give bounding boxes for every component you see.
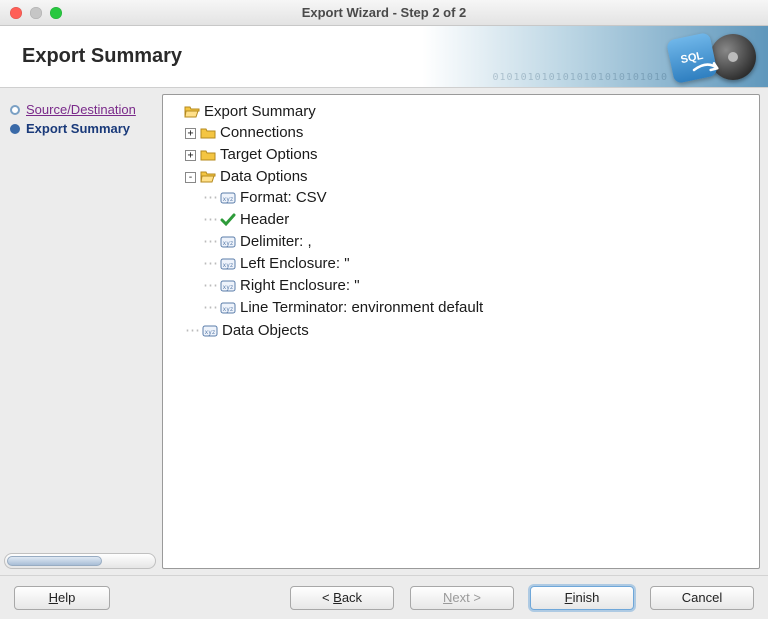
tree-label: Export Summary <box>204 102 316 122</box>
collapse-toggle[interactable]: - <box>185 172 196 183</box>
tree-connector-icon: ⋯ <box>203 210 216 230</box>
wizard-button-bar: Help < Back Next > Finish Cancel <box>0 575 768 619</box>
page-title: Export Summary <box>22 45 182 68</box>
tree-node-connections[interactable]: + Connections <box>185 122 755 144</box>
window-controls <box>0 7 62 19</box>
next-button[interactable]: Next > <box>410 586 514 610</box>
svg-text:xyz: xyz <box>223 240 234 247</box>
tree-connector-icon: ⋯ <box>185 321 198 341</box>
tree-label: Line Terminator: environment default <box>240 298 483 318</box>
wizard-step-label: Export Summary <box>26 121 130 136</box>
tree-node-data-objects[interactable]: ⋯ xyz Data Objects <box>185 320 755 342</box>
tree-connector-icon: ⋯ <box>203 254 216 274</box>
tree-connector-icon: ⋯ <box>203 298 216 318</box>
tree-connector-icon: ⋯ <box>203 276 216 296</box>
tree-node-line-terminator[interactable]: ⋯ xyz Line Terminator: environment defau… <box>203 297 755 319</box>
help-button[interactable]: Help <box>14 586 110 610</box>
property-icon: xyz <box>220 190 236 206</box>
tree-label: Connections <box>220 123 303 143</box>
tree-label: Right Enclosure: " <box>240 276 360 296</box>
banner-decor: SQL <box>670 32 756 82</box>
arrow-icon <box>692 60 726 80</box>
folder-icon <box>200 147 216 163</box>
back-button[interactable]: < Back <box>290 586 394 610</box>
check-icon <box>220 212 236 228</box>
wizard-steps-sidebar: Source/Destination Export Summary <box>0 88 162 575</box>
wizard-banner: Export Summary 0101010101010101010101010… <box>0 26 768 88</box>
wizard-body: Source/Destination Export Summary Export… <box>0 88 768 575</box>
minimize-window-icon <box>30 7 42 19</box>
property-icon: xyz <box>220 256 236 272</box>
tree-node-export-summary[interactable]: Export Summary + Connections <box>167 101 755 343</box>
sidebar-horizontal-scrollbar[interactable] <box>4 553 156 569</box>
window-titlebar: Export Wizard - Step 2 of 2 <box>0 0 768 26</box>
window-title: Export Wizard - Step 2 of 2 <box>0 5 768 20</box>
svg-text:xyz: xyz <box>205 329 216 336</box>
step-bullet-icon <box>10 105 20 115</box>
tree-label: Data Options <box>220 167 308 187</box>
tree-node-format[interactable]: ⋯ xyz Format: CSV <box>203 187 755 209</box>
scrollbar-thumb[interactable] <box>7 556 102 566</box>
svg-text:xyz: xyz <box>223 196 234 203</box>
expand-toggle[interactable]: + <box>185 150 196 161</box>
tree-node-right-enclosure[interactable]: ⋯ xyz Right Enclosure: " <box>203 275 755 297</box>
summary-tree-pane[interactable]: Export Summary + Connections <box>162 94 760 569</box>
folder-icon <box>200 125 216 141</box>
svg-text:xyz: xyz <box>223 306 234 313</box>
close-window-icon[interactable] <box>10 7 22 19</box>
summary-tree: Export Summary + Connections <box>167 101 755 343</box>
tree-label: Format: CSV <box>240 188 327 208</box>
property-icon: xyz <box>220 300 236 316</box>
wizard-step-source-destination[interactable]: Source/Destination <box>6 100 162 119</box>
tree-node-delimiter[interactable]: ⋯ xyz Delimiter: , <box>203 231 755 253</box>
tree-node-target-options[interactable]: + Target Options <box>185 144 755 166</box>
tree-connector-icon: ⋯ <box>203 188 216 208</box>
tree-connector-icon: ⋯ <box>203 232 216 252</box>
wizard-step-export-summary[interactable]: Export Summary <box>6 119 162 138</box>
tree-node-left-enclosure[interactable]: ⋯ xyz Left Enclosure: " <box>203 253 755 275</box>
folder-open-icon <box>184 104 200 120</box>
step-bullet-icon <box>10 124 20 134</box>
tree-label: Header <box>240 210 289 230</box>
banner-decor-binary: 0101010101010101010101010 <box>492 72 668 83</box>
tree-label: Target Options <box>220 145 318 165</box>
tree-label: Data Objects <box>222 321 309 341</box>
tree-label: Left Enclosure: " <box>240 254 350 274</box>
zoom-window-icon[interactable] <box>50 7 62 19</box>
property-icon: xyz <box>220 234 236 250</box>
property-icon: xyz <box>220 278 236 294</box>
expand-toggle[interactable]: + <box>185 128 196 139</box>
tree-node-header[interactable]: ⋯ Header <box>203 209 755 231</box>
tree-label: Delimiter: , <box>240 232 312 252</box>
wizard-step-link[interactable]: Source/Destination <box>26 102 136 117</box>
svg-text:xyz: xyz <box>223 262 234 269</box>
finish-button[interactable]: Finish <box>530 586 634 610</box>
svg-text:xyz: xyz <box>223 284 234 291</box>
property-icon: xyz <box>202 323 218 339</box>
cancel-button[interactable]: Cancel <box>650 586 754 610</box>
tree-node-data-options[interactable]: - Data Options ⋯ xyz <box>185 166 755 320</box>
folder-open-icon <box>200 169 216 185</box>
